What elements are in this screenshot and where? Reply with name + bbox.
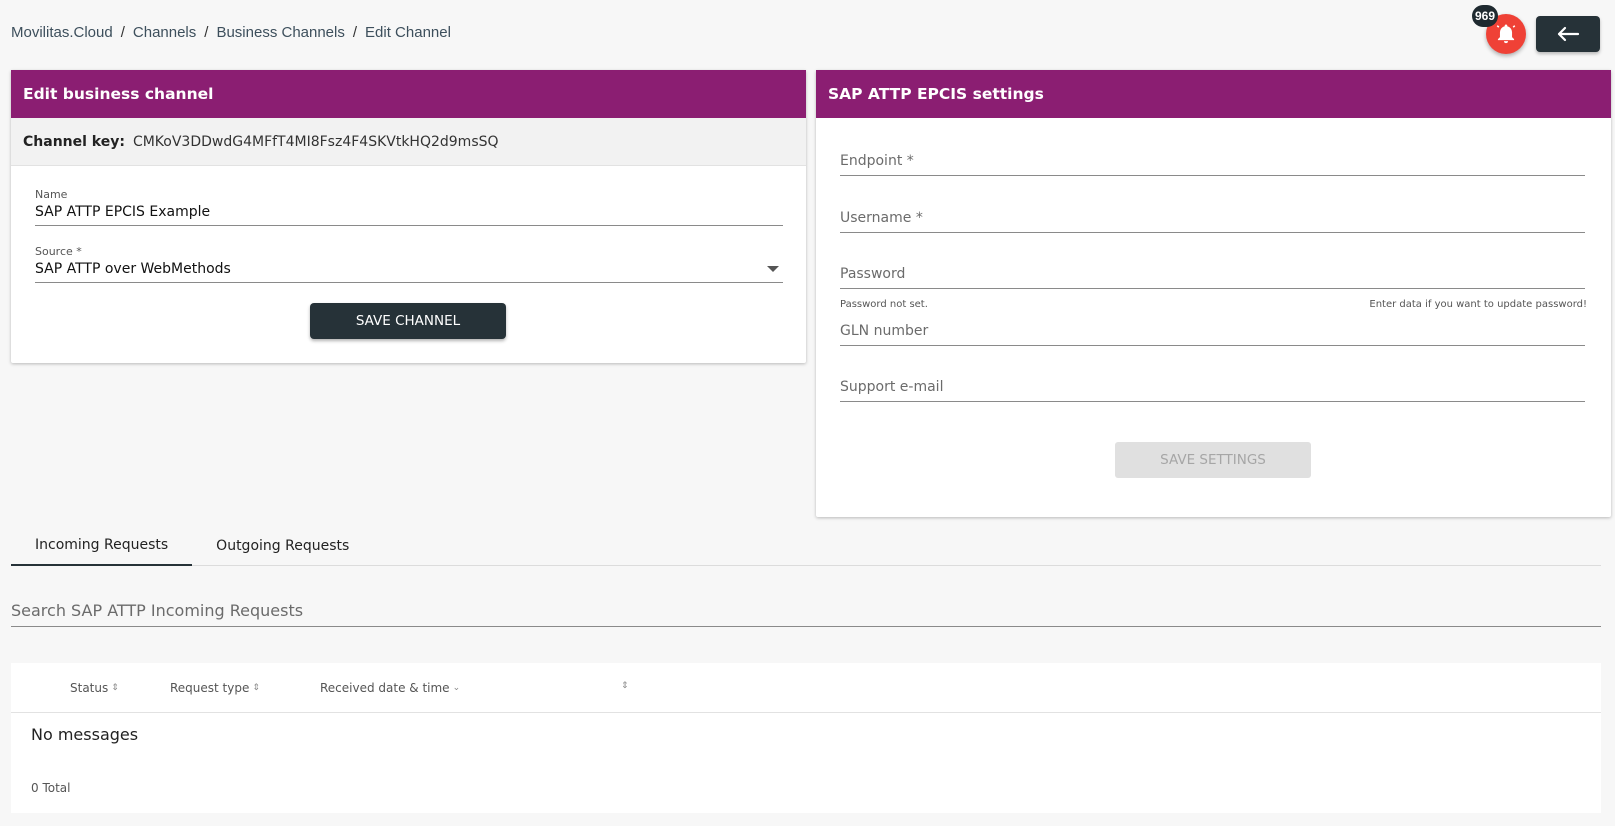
breadcrumb-separator: / <box>204 24 209 41</box>
requests-tabs: Incoming Requests Outgoing Requests <box>11 525 1601 566</box>
column-request-type[interactable]: Request type ⇕ <box>170 681 260 695</box>
requests-table: Status ⇕ Request type ⇕ Received date & … <box>11 663 1601 813</box>
breadcrumb-home-link[interactable]: Movilitas.Cloud <box>11 24 113 41</box>
name-value[interactable]: SAP ATTP EPCIS Example <box>35 204 783 225</box>
empty-message: No messages <box>31 725 139 744</box>
sort-icon[interactable]: ⇕ <box>621 681 629 691</box>
breadcrumb-current: Edit Channel <box>365 24 451 41</box>
column-received[interactable]: Received date & time ⌄ <box>320 681 460 695</box>
column-received-label: Received date & time <box>320 681 450 695</box>
breadcrumb-business-channels-link[interactable]: Business Channels <box>216 24 344 41</box>
column-extra[interactable]: ⇕ <box>621 681 629 691</box>
tab-incoming-requests[interactable]: Incoming Requests <box>11 525 193 566</box>
support-email-input[interactable]: Support e-mail <box>840 372 1585 402</box>
source-select[interactable]: Source * SAP ATTP over WebMethods <box>35 245 783 283</box>
back-button[interactable] <box>1536 16 1600 52</box>
source-label: Source * <box>35 245 82 258</box>
settings-title: SAP ATTP EPCIS settings <box>816 70 1611 118</box>
channel-key-value: CMKoV3DDwdG4MFfT4MI8Fsz4F4SKVtkHQ2d9msSQ <box>132 133 499 150</box>
sort-icon[interactable]: ⇕ <box>111 683 119 693</box>
breadcrumb-separator: / <box>352 24 358 41</box>
name-field[interactable]: Name SAP ATTP EPCIS Example <box>35 188 783 226</box>
password-hint-left: Password not set. <box>840 299 928 310</box>
source-value[interactable]: SAP ATTP over WebMethods <box>35 261 783 282</box>
edit-channel-title: Edit business channel <box>11 70 806 118</box>
breadcrumb-separator: / <box>120 24 125 41</box>
endpoint-placeholder: Endpoint * <box>840 153 914 169</box>
total-count: 0 Total <box>31 781 71 795</box>
search-placeholder: Search SAP ATTP Incoming Requests <box>11 601 304 620</box>
sort-icon[interactable]: ⇕ <box>252 683 260 693</box>
password-hint-right: Enter data if you want to update passwor… <box>1369 299 1587 310</box>
support-email-placeholder: Support e-mail <box>840 379 944 395</box>
gln-placeholder: GLN number <box>840 323 929 339</box>
column-status[interactable]: Status ⇕ <box>70 681 119 695</box>
sort-desc-icon[interactable]: ⌄ <box>453 683 461 693</box>
username-input[interactable]: Username * <box>840 203 1585 233</box>
breadcrumb: Movilitas.Cloud / Channels / Business Ch… <box>11 24 451 41</box>
search-input[interactable]: Search SAP ATTP Incoming Requests <box>11 597 1601 627</box>
save-channel-button[interactable]: SAVE CHANNEL <box>310 303 506 339</box>
dropdown-arrow-icon[interactable] <box>767 266 779 272</box>
column-request-type-label: Request type <box>170 681 250 695</box>
settings-card: SAP ATTP EPCIS settings Endpoint * Usern… <box>816 70 1611 517</box>
username-placeholder: Username * <box>840 210 923 226</box>
breadcrumb-channels-link[interactable]: Channels <box>133 24 196 41</box>
channel-key-label: Channel key: <box>23 133 125 150</box>
notification-count-badge: 969 <box>1472 5 1499 27</box>
gln-input[interactable]: GLN number <box>840 316 1585 346</box>
notifications: 969 <box>1472 5 1526 54</box>
name-label: Name <box>35 188 68 201</box>
endpoint-input[interactable]: Endpoint * <box>840 146 1585 176</box>
password-placeholder: Password <box>840 266 906 282</box>
edit-channel-card: Edit business channel Channel key: CMKoV… <box>11 70 806 363</box>
save-settings-button[interactable]: SAVE SETTINGS <box>1115 442 1311 478</box>
bell-icon <box>1496 24 1516 44</box>
password-input[interactable]: Password <box>840 259 1585 289</box>
tab-outgoing-requests[interactable]: Outgoing Requests <box>192 525 373 566</box>
column-status-label: Status <box>70 681 109 695</box>
channel-key-row: Channel key: CMKoV3DDwdG4MFfT4MI8Fsz4F4S… <box>11 118 806 166</box>
arrow-left-icon <box>1557 26 1580 42</box>
table-header: Status ⇕ Request type ⇕ Received date & … <box>11 663 1601 713</box>
